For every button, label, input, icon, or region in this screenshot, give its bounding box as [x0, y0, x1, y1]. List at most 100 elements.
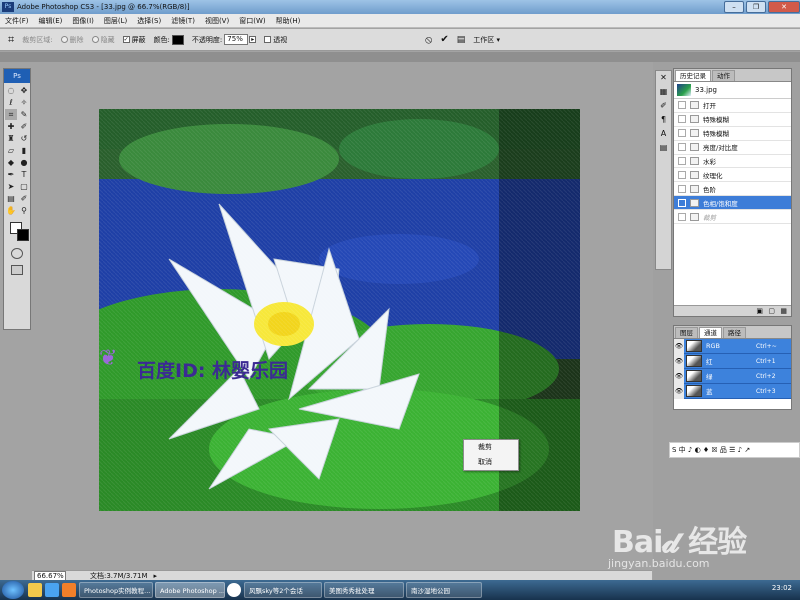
workspace-button[interactable]: 工作区 ▾ [473, 35, 500, 45]
channel-row[interactable]: 👁 绿 Ctrl+2 [674, 368, 791, 384]
context-cancel[interactable]: 取消 [464, 455, 518, 470]
butterfly-icon: ❦ [99, 346, 118, 371]
brush-panel-icon[interactable]: ✐ [656, 99, 671, 113]
delete-radio[interactable]: 删除 [60, 35, 84, 45]
channel-row[interactable]: 👁 红 Ctrl+1 [674, 353, 791, 369]
menu-file[interactable]: 文件(F) [0, 16, 34, 26]
dodge-tool-icon[interactable]: ● [18, 157, 30, 168]
shape-tool-icon[interactable]: ▢ [18, 181, 30, 192]
menu-select[interactable]: 选择(S) [132, 16, 166, 26]
paragraph-icon[interactable]: ¶ [656, 113, 671, 127]
brush-tool-icon[interactable]: ✐ [18, 121, 30, 132]
background-color[interactable] [17, 229, 29, 241]
eye-icon[interactable]: 👁 [674, 368, 684, 384]
channel-row[interactable]: 👁 蓝 Ctrl+3 [674, 383, 791, 399]
status-arrow-icon[interactable]: ▸ [154, 572, 158, 580]
quick-mask-icon[interactable] [11, 248, 23, 259]
channel-row[interactable]: 👁 RGB Ctrl+~ [674, 338, 791, 354]
cancel-crop-icon[interactable]: ⦸ [425, 33, 432, 47]
menu-view[interactable]: 视图(V) [200, 16, 234, 26]
history-step[interactable]: 特殊模糊 [674, 113, 791, 127]
eraser-tool-icon[interactable]: ▱ [5, 145, 17, 156]
qq-icon[interactable] [227, 583, 241, 597]
taskbar-item[interactable]: 南沙湿地公园 [406, 582, 482, 598]
color-swatches[interactable] [7, 220, 30, 246]
gradient-tool-icon[interactable]: ▮ [18, 145, 30, 156]
tab-history[interactable]: 历史记录 [675, 70, 711, 81]
character-icon[interactable]: A [656, 127, 671, 141]
menu-layer[interactable]: 图层(L) [99, 16, 132, 26]
history-step[interactable]: 打开 [674, 99, 791, 113]
menu-window[interactable]: 窗口(W) [234, 16, 270, 26]
history-step[interactable]: 亮度/对比度 [674, 141, 791, 155]
history-step[interactable]: 特殊模糊 [674, 127, 791, 141]
color-label: 颜色: [153, 35, 170, 44]
context-crop[interactable]: 裁剪 [464, 440, 518, 455]
stamp-tool-icon[interactable]: ♜ [5, 133, 17, 144]
history-snapshot[interactable]: 33.jpg [674, 82, 791, 99]
navigator-icon[interactable]: ✕ [656, 71, 671, 85]
media-icon[interactable] [62, 583, 76, 597]
menu-image[interactable]: 图像(I) [67, 16, 99, 26]
taskbar-item[interactable]: 风飘sky等2个会话 [244, 582, 322, 598]
hide-radio[interactable]: 隐藏 [91, 35, 115, 45]
history-panel-icon[interactable]: ▦ [656, 85, 671, 99]
commit-crop-icon[interactable]: ✔ [440, 34, 448, 45]
start-button[interactable] [2, 581, 24, 599]
history-brush-icon[interactable]: ↺ [18, 133, 30, 144]
snapshot-label: 33.jpg [695, 86, 717, 94]
history-step[interactable]: 水彩 [674, 155, 791, 169]
menu-edit[interactable]: 编辑(E) [34, 16, 68, 26]
explorer-icon[interactable] [28, 583, 42, 597]
shield-color-swatch[interactable] [171, 34, 184, 45]
healing-tool-icon[interactable]: ✚ [5, 121, 17, 132]
perspective-checkbox[interactable]: 透视 [264, 35, 287, 45]
history-step[interactable]: 纹理化 [674, 168, 791, 183]
taskbar-item[interactable]: Photoshop实例教程... [79, 582, 153, 598]
zoom-tool-icon[interactable]: ⚲ [18, 205, 30, 216]
shield-checkbox[interactable]: ✓ 屏蔽 [122, 35, 146, 45]
opacity-field[interactable]: 75% [224, 34, 249, 45]
marquee-tool-icon[interactable]: ◌ [5, 85, 17, 96]
blur-tool-icon[interactable]: ◆ [5, 157, 17, 168]
menu-help[interactable]: 帮助(H) [271, 16, 306, 26]
ie-icon[interactable] [45, 583, 59, 597]
history-step-selected[interactable]: 色相/饱和度 [674, 196, 791, 211]
title-bar: Ps Adobe Photoshop CS3 - [33.jpg @ 66.7%… [0, 0, 800, 14]
history-step[interactable]: 色阶 [674, 182, 791, 197]
taskbar-item[interactable]: Adobe Photoshop ... [155, 582, 225, 598]
magic-wand-tool-icon[interactable]: ✧ [18, 97, 30, 108]
eyedrop2-icon[interactable]: ✐ [18, 193, 30, 204]
minimize-button[interactable]: – [724, 1, 744, 13]
eyedropper-tool-icon[interactable]: ✎ [18, 109, 30, 120]
eye-icon[interactable]: 👁 [674, 383, 684, 399]
tab-channels[interactable]: 通道 [699, 327, 722, 338]
trash-icon[interactable]: ▦ [780, 307, 787, 315]
tab-layers[interactable]: 图层 [675, 327, 698, 338]
crop-tool-icon[interactable]: ⌗ [8, 33, 14, 47]
ime-toolbar[interactable]: S 中 ♪ ◐ ♦ ☒ 品 ☰ ♪ ↗ [669, 442, 800, 458]
history-step-pending[interactable]: 裁剪 [674, 210, 791, 225]
hand-tool-icon[interactable]: ✋ [5, 205, 17, 216]
path-select-icon[interactable]: ➤ [5, 181, 17, 192]
new-snapshot-icon[interactable]: ▣ [756, 307, 763, 315]
layer-comps-icon[interactable]: ▤ [656, 141, 671, 155]
tab-paths[interactable]: 路径 [723, 327, 746, 338]
taskbar-item[interactable]: 美图秀秀批处理 [324, 582, 404, 598]
eye-icon[interactable]: 👁 [674, 338, 684, 354]
screen-mode-icon[interactable] [11, 265, 23, 275]
notes-tool-icon[interactable]: ▤ [5, 193, 17, 204]
tab-actions[interactable]: 动作 [712, 70, 735, 81]
eye-icon[interactable]: 👁 [674, 353, 684, 369]
brush-icon[interactable]: ▤ [457, 35, 466, 45]
lasso-tool-icon[interactable]: ℓ [5, 97, 17, 108]
pen-tool-icon[interactable]: ✒ [5, 169, 17, 180]
restore-button[interactable]: ❐ [746, 1, 766, 13]
new-document-icon[interactable]: ▢ [768, 307, 775, 315]
crop-tool-icon[interactable]: ⌗ [5, 109, 17, 120]
move-tool-icon[interactable]: ✥ [18, 85, 30, 96]
type-tool-icon[interactable]: T [18, 169, 30, 180]
menu-filter[interactable]: 滤镜(T) [166, 16, 200, 26]
close-button[interactable]: ✕ [768, 1, 800, 13]
opacity-dropdown-icon[interactable]: ▸ [249, 36, 257, 43]
